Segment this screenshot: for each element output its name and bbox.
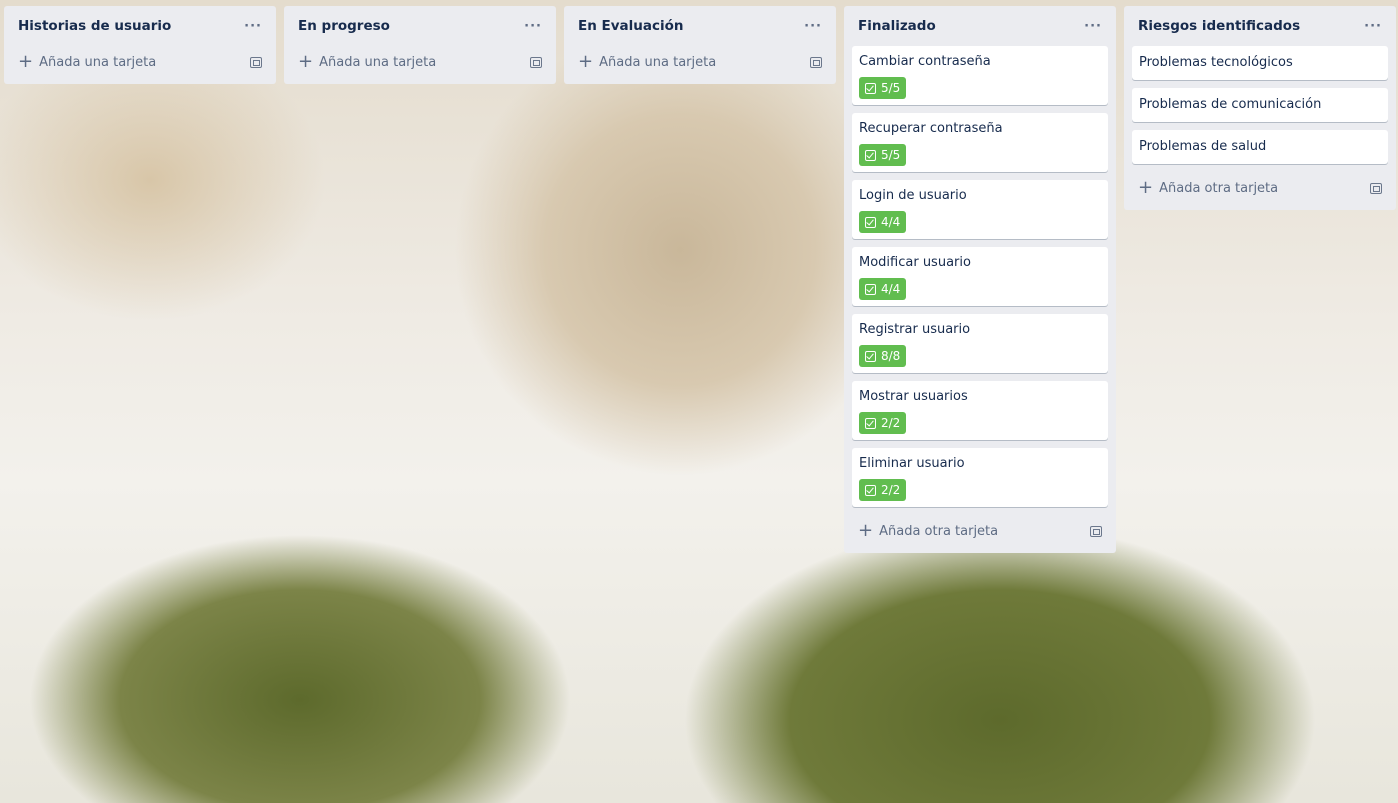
checklist-badge: 5/5 [859, 144, 907, 166]
card-title: Eliminar usuario [859, 456, 965, 471]
card[interactable]: Problemas de salud [1132, 130, 1388, 164]
checklist-badge: 4/4 [859, 211, 907, 233]
add-card-button[interactable]: + Añada otra tarjeta [852, 515, 1108, 547]
checklist-count: 2/2 [881, 483, 901, 497]
card-title: Problemas de salud [1139, 139, 1267, 154]
card-title: Login de usuario [859, 188, 967, 203]
add-card-label: Añada otra tarjeta [1159, 180, 1279, 196]
board: Historias de usuario ··· + Añada una tarje… [4, 6, 1396, 553]
card-title: Problemas de comunicación [1139, 97, 1322, 112]
plus-icon: + [858, 520, 874, 541]
list-menu-button[interactable]: ··· [244, 19, 262, 34]
checklist-count: 5/5 [881, 148, 901, 162]
list-menu-button[interactable]: ··· [1364, 19, 1382, 34]
list: Riesgos identificados ··· Problemas tecno… [1124, 6, 1396, 210]
card-template-icon[interactable] [1370, 182, 1382, 194]
checklist-icon [865, 82, 876, 94]
list-menu-button[interactable]: ··· [524, 19, 542, 34]
checklist-count: 8/8 [881, 349, 901, 363]
card[interactable]: Problemas de comunicación [1132, 88, 1388, 122]
card[interactable]: Modificar usuario 4/4 [852, 247, 1108, 306]
add-card-label: Añada una tarjeta [599, 54, 717, 70]
add-card-label: Añada otra tarjeta [879, 523, 999, 539]
checklist-icon [865, 350, 876, 362]
list: En progreso ··· + Añada una tarjeta [284, 6, 556, 84]
checklist-badge: 2/2 [859, 479, 907, 501]
list-header: En Evaluación ··· [572, 6, 828, 46]
list: Finalizado ··· Cambiar contraseña 5/5 Recup… [844, 6, 1116, 553]
add-card-label: Añada una tarjeta [39, 54, 157, 70]
checklist-icon [865, 149, 876, 161]
checklist-badge: 4/4 [859, 278, 907, 300]
card-template-icon[interactable] [250, 56, 262, 68]
list-menu-button[interactable]: ··· [804, 19, 822, 34]
list-title[interactable]: En progreso [298, 18, 390, 34]
checklist-icon [865, 216, 876, 228]
card-title: Registrar usuario [859, 322, 971, 337]
add-card-label: Añada una tarjeta [319, 54, 437, 70]
checklist-count: 4/4 [881, 282, 901, 296]
card[interactable]: Recuperar contraseña 5/5 [852, 113, 1108, 172]
card-title: Recuperar contraseña [859, 121, 1003, 136]
card[interactable]: Login de usuario 4/4 [852, 180, 1108, 239]
checklist-count: 2/2 [881, 416, 901, 430]
list-header: Finalizado ··· [852, 6, 1108, 46]
checklist-badge: 8/8 [859, 345, 907, 367]
checklist-count: 5/5 [881, 81, 901, 95]
card-title: Mostrar usuarios [859, 389, 968, 404]
card[interactable]: Mostrar usuarios 2/2 [852, 381, 1108, 440]
checklist-badge: 5/5 [859, 77, 907, 99]
plus-icon: + [1138, 177, 1154, 198]
add-card-button[interactable]: + Añada una tarjeta [572, 46, 828, 78]
list-title[interactable]: Riesgos identificados [1138, 18, 1300, 34]
card-title: Problemas tecnológicos [1139, 55, 1293, 70]
card[interactable]: Problemas tecnológicos [1132, 46, 1388, 80]
plus-icon: + [298, 51, 314, 72]
list-header: En progreso ··· [292, 6, 548, 46]
add-card-button[interactable]: + Añada una tarjeta [12, 46, 268, 78]
list: Historias de usuario ··· + Añada una tarje… [4, 6, 276, 84]
checklist-icon [865, 484, 876, 496]
checklist-badge: 2/2 [859, 412, 907, 434]
add-card-button[interactable]: + Añada una tarjeta [292, 46, 548, 78]
list-header: Riesgos identificados ··· [1132, 6, 1388, 46]
list-menu-button[interactable]: ··· [1084, 19, 1102, 34]
plus-icon: + [578, 51, 594, 72]
card-template-icon[interactable] [1090, 525, 1102, 537]
checklist-icon [865, 417, 876, 429]
card[interactable]: Eliminar usuario 2/2 [852, 448, 1108, 507]
list-title[interactable]: Historias de usuario [18, 18, 171, 34]
add-card-button[interactable]: + Añada otra tarjeta [1132, 172, 1388, 204]
card-template-icon[interactable] [530, 56, 542, 68]
list-header: Historias de usuario ··· [12, 6, 268, 46]
list: En Evaluación ··· + Añada una tarjeta [564, 6, 836, 84]
card[interactable]: Cambiar contraseña 5/5 [852, 46, 1108, 105]
plus-icon: + [18, 51, 34, 72]
card-title: Modificar usuario [859, 255, 971, 270]
card[interactable]: Registrar usuario 8/8 [852, 314, 1108, 373]
list-title[interactable]: En Evaluación [578, 18, 684, 34]
card-title: Cambiar contraseña [859, 54, 991, 69]
list-title[interactable]: Finalizado [858, 18, 936, 34]
checklist-icon [865, 283, 876, 295]
checklist-count: 4/4 [881, 215, 901, 229]
card-template-icon[interactable] [810, 56, 822, 68]
